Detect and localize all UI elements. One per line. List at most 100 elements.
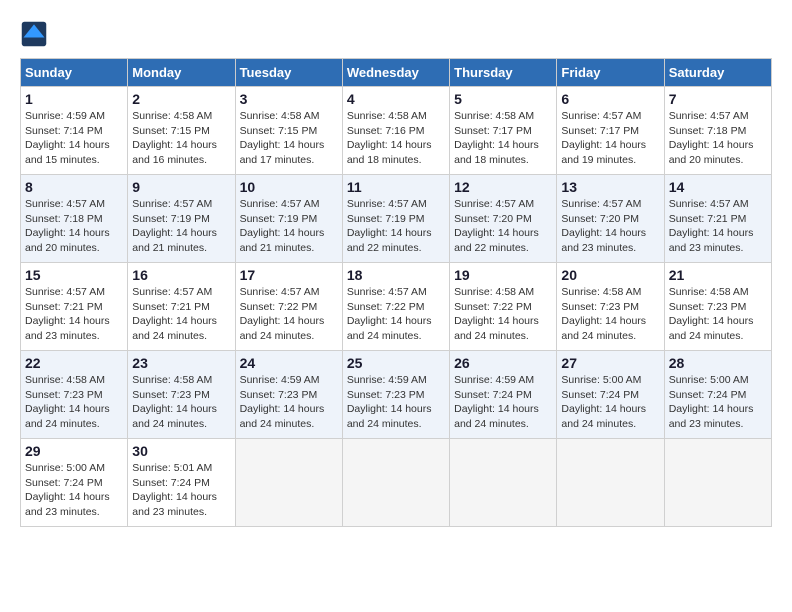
day-number: 29 [25, 443, 123, 459]
calendar-cell [235, 439, 342, 527]
day-info: Sunrise: 4:58 AM Sunset: 7:15 PM Dayligh… [240, 109, 338, 168]
day-info: Sunrise: 5:01 AM Sunset: 7:24 PM Dayligh… [132, 461, 230, 520]
calendar-cell: 10 Sunrise: 4:57 AM Sunset: 7:19 PM Dayl… [235, 175, 342, 263]
calendar-cell: 2 Sunrise: 4:58 AM Sunset: 7:15 PM Dayli… [128, 87, 235, 175]
calendar-cell: 17 Sunrise: 4:57 AM Sunset: 7:22 PM Dayl… [235, 263, 342, 351]
page-header [20, 20, 772, 48]
day-number: 13 [561, 179, 659, 195]
day-number: 16 [132, 267, 230, 283]
day-number: 9 [132, 179, 230, 195]
day-info: Sunrise: 4:57 AM Sunset: 7:19 PM Dayligh… [347, 197, 445, 256]
calendar-cell: 5 Sunrise: 4:58 AM Sunset: 7:17 PM Dayli… [450, 87, 557, 175]
day-number: 14 [669, 179, 767, 195]
calendar-table: SundayMondayTuesdayWednesdayThursdayFrid… [20, 58, 772, 527]
day-info: Sunrise: 4:59 AM Sunset: 7:14 PM Dayligh… [25, 109, 123, 168]
day-info: Sunrise: 4:58 AM Sunset: 7:23 PM Dayligh… [669, 285, 767, 344]
col-header-sunday: Sunday [21, 59, 128, 87]
day-number: 17 [240, 267, 338, 283]
calendar-cell: 14 Sunrise: 4:57 AM Sunset: 7:21 PM Dayl… [664, 175, 771, 263]
day-number: 8 [25, 179, 123, 195]
calendar-cell: 9 Sunrise: 4:57 AM Sunset: 7:19 PM Dayli… [128, 175, 235, 263]
day-number: 12 [454, 179, 552, 195]
day-number: 2 [132, 91, 230, 107]
day-info: Sunrise: 4:58 AM Sunset: 7:23 PM Dayligh… [25, 373, 123, 432]
col-header-monday: Monday [128, 59, 235, 87]
calendar-cell: 4 Sunrise: 4:58 AM Sunset: 7:16 PM Dayli… [342, 87, 449, 175]
col-header-saturday: Saturday [664, 59, 771, 87]
day-info: Sunrise: 4:57 AM Sunset: 7:19 PM Dayligh… [132, 197, 230, 256]
day-info: Sunrise: 4:58 AM Sunset: 7:15 PM Dayligh… [132, 109, 230, 168]
calendar-week-row-4: 22 Sunrise: 4:58 AM Sunset: 7:23 PM Dayl… [21, 351, 772, 439]
day-info: Sunrise: 4:57 AM Sunset: 7:20 PM Dayligh… [561, 197, 659, 256]
calendar-cell: 24 Sunrise: 4:59 AM Sunset: 7:23 PM Dayl… [235, 351, 342, 439]
day-info: Sunrise: 4:58 AM Sunset: 7:16 PM Dayligh… [347, 109, 445, 168]
day-info: Sunrise: 4:58 AM Sunset: 7:23 PM Dayligh… [132, 373, 230, 432]
calendar-header-row: SundayMondayTuesdayWednesdayThursdayFrid… [21, 59, 772, 87]
calendar-cell: 28 Sunrise: 5:00 AM Sunset: 7:24 PM Dayl… [664, 351, 771, 439]
day-info: Sunrise: 5:00 AM Sunset: 7:24 PM Dayligh… [669, 373, 767, 432]
calendar-cell: 15 Sunrise: 4:57 AM Sunset: 7:21 PM Dayl… [21, 263, 128, 351]
calendar-cell: 26 Sunrise: 4:59 AM Sunset: 7:24 PM Dayl… [450, 351, 557, 439]
day-number: 23 [132, 355, 230, 371]
day-number: 20 [561, 267, 659, 283]
day-info: Sunrise: 4:59 AM Sunset: 7:23 PM Dayligh… [240, 373, 338, 432]
calendar-week-row-5: 29 Sunrise: 5:00 AM Sunset: 7:24 PM Dayl… [21, 439, 772, 527]
logo [20, 20, 52, 48]
day-number: 19 [454, 267, 552, 283]
day-info: Sunrise: 4:58 AM Sunset: 7:23 PM Dayligh… [561, 285, 659, 344]
day-number: 11 [347, 179, 445, 195]
calendar-cell: 13 Sunrise: 4:57 AM Sunset: 7:20 PM Dayl… [557, 175, 664, 263]
day-number: 10 [240, 179, 338, 195]
calendar-cell: 19 Sunrise: 4:58 AM Sunset: 7:22 PM Dayl… [450, 263, 557, 351]
day-number: 3 [240, 91, 338, 107]
day-info: Sunrise: 4:57 AM Sunset: 7:20 PM Dayligh… [454, 197, 552, 256]
day-info: Sunrise: 4:59 AM Sunset: 7:24 PM Dayligh… [454, 373, 552, 432]
calendar-cell: 8 Sunrise: 4:57 AM Sunset: 7:18 PM Dayli… [21, 175, 128, 263]
calendar-cell: 22 Sunrise: 4:58 AM Sunset: 7:23 PM Dayl… [21, 351, 128, 439]
day-number: 21 [669, 267, 767, 283]
day-number: 18 [347, 267, 445, 283]
day-info: Sunrise: 4:57 AM Sunset: 7:18 PM Dayligh… [25, 197, 123, 256]
calendar-cell: 12 Sunrise: 4:57 AM Sunset: 7:20 PM Dayl… [450, 175, 557, 263]
day-info: Sunrise: 4:57 AM Sunset: 7:21 PM Dayligh… [669, 197, 767, 256]
col-header-wednesday: Wednesday [342, 59, 449, 87]
day-info: Sunrise: 4:57 AM Sunset: 7:17 PM Dayligh… [561, 109, 659, 168]
calendar-cell: 1 Sunrise: 4:59 AM Sunset: 7:14 PM Dayli… [21, 87, 128, 175]
day-info: Sunrise: 4:58 AM Sunset: 7:17 PM Dayligh… [454, 109, 552, 168]
day-number: 25 [347, 355, 445, 371]
day-number: 6 [561, 91, 659, 107]
day-info: Sunrise: 5:00 AM Sunset: 7:24 PM Dayligh… [25, 461, 123, 520]
day-number: 24 [240, 355, 338, 371]
calendar-cell: 16 Sunrise: 4:57 AM Sunset: 7:21 PM Dayl… [128, 263, 235, 351]
calendar-cell [450, 439, 557, 527]
calendar-cell: 27 Sunrise: 5:00 AM Sunset: 7:24 PM Dayl… [557, 351, 664, 439]
day-number: 4 [347, 91, 445, 107]
calendar-cell: 20 Sunrise: 4:58 AM Sunset: 7:23 PM Dayl… [557, 263, 664, 351]
col-header-friday: Friday [557, 59, 664, 87]
calendar-cell: 30 Sunrise: 5:01 AM Sunset: 7:24 PM Dayl… [128, 439, 235, 527]
day-number: 30 [132, 443, 230, 459]
calendar-week-row-1: 1 Sunrise: 4:59 AM Sunset: 7:14 PM Dayli… [21, 87, 772, 175]
calendar-cell: 23 Sunrise: 4:58 AM Sunset: 7:23 PM Dayl… [128, 351, 235, 439]
day-number: 5 [454, 91, 552, 107]
day-number: 28 [669, 355, 767, 371]
day-number: 15 [25, 267, 123, 283]
col-header-thursday: Thursday [450, 59, 557, 87]
calendar-cell: 18 Sunrise: 4:57 AM Sunset: 7:22 PM Dayl… [342, 263, 449, 351]
day-info: Sunrise: 4:57 AM Sunset: 7:21 PM Dayligh… [132, 285, 230, 344]
day-number: 22 [25, 355, 123, 371]
calendar-cell: 6 Sunrise: 4:57 AM Sunset: 7:17 PM Dayli… [557, 87, 664, 175]
calendar-cell: 7 Sunrise: 4:57 AM Sunset: 7:18 PM Dayli… [664, 87, 771, 175]
calendar-week-row-3: 15 Sunrise: 4:57 AM Sunset: 7:21 PM Dayl… [21, 263, 772, 351]
day-info: Sunrise: 4:57 AM Sunset: 7:22 PM Dayligh… [240, 285, 338, 344]
calendar-cell [664, 439, 771, 527]
day-info: Sunrise: 4:57 AM Sunset: 7:18 PM Dayligh… [669, 109, 767, 168]
day-info: Sunrise: 4:57 AM Sunset: 7:19 PM Dayligh… [240, 197, 338, 256]
day-number: 26 [454, 355, 552, 371]
calendar-cell: 21 Sunrise: 4:58 AM Sunset: 7:23 PM Dayl… [664, 263, 771, 351]
logo-icon [20, 20, 48, 48]
day-info: Sunrise: 5:00 AM Sunset: 7:24 PM Dayligh… [561, 373, 659, 432]
calendar-week-row-2: 8 Sunrise: 4:57 AM Sunset: 7:18 PM Dayli… [21, 175, 772, 263]
day-info: Sunrise: 4:59 AM Sunset: 7:23 PM Dayligh… [347, 373, 445, 432]
calendar-cell: 29 Sunrise: 5:00 AM Sunset: 7:24 PM Dayl… [21, 439, 128, 527]
